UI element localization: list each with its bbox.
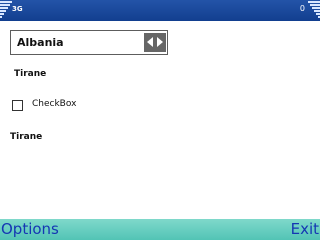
checkbox[interactable] bbox=[12, 100, 23, 111]
network-label: 3G bbox=[12, 5, 23, 13]
signal-icon bbox=[0, 1, 12, 19]
battery-icon bbox=[308, 1, 320, 19]
country-select-value: Albania bbox=[17, 36, 64, 49]
options-softkey[interactable]: Options bbox=[1, 220, 59, 238]
left-right-arrows-icon[interactable] bbox=[144, 33, 166, 52]
softkey-bar: Options Exit bbox=[0, 219, 320, 240]
checkbox-label[interactable]: CheckBox bbox=[32, 99, 76, 109]
capital-label-bottom: Tirane bbox=[10, 132, 43, 142]
status-indicator-text: 0 bbox=[299, 4, 305, 13]
arrow-left-icon[interactable] bbox=[147, 37, 153, 47]
capital-label-top: Tirane bbox=[14, 69, 47, 79]
status-bar: 3G 0 bbox=[0, 0, 320, 21]
arrow-right-icon[interactable] bbox=[157, 37, 163, 47]
exit-softkey[interactable]: Exit bbox=[291, 220, 319, 238]
country-select[interactable]: Albania bbox=[10, 30, 168, 55]
